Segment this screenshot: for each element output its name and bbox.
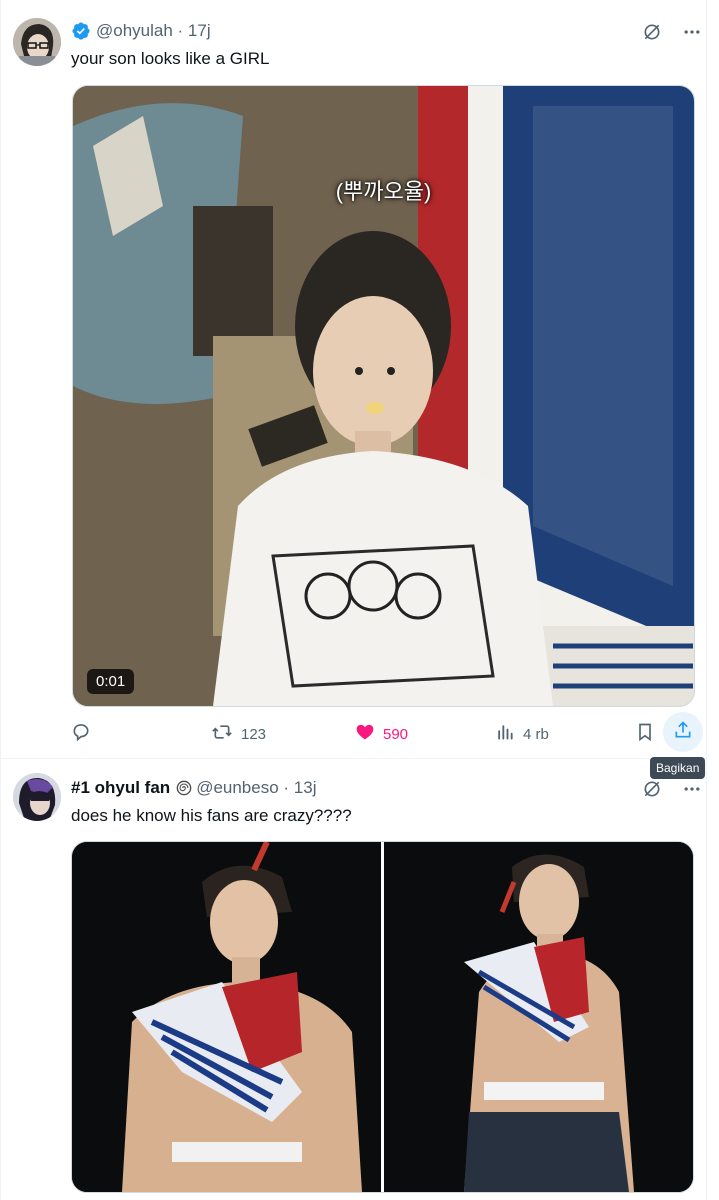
heart-icon [355,722,375,746]
photo-2[interactable] [384,842,693,1192]
action-bar: 123 590 4 rb [71,712,703,752]
photo-1-image [72,842,381,1192]
grok-slash-icon[interactable] [641,21,663,43]
avatar[interactable] [13,18,61,66]
tweet-time[interactable]: 17j [188,21,211,41]
reply-button[interactable] [71,721,91,747]
photo-2-image [384,842,693,1192]
retweet-icon [211,722,233,746]
tweet-time[interactable]: 13j [294,778,317,798]
bookmark-icon [635,722,655,746]
avatar[interactable] [13,773,61,821]
like-button[interactable]: 590 [355,721,408,747]
video-player[interactable]: (뿌까오율) 0:01 [72,85,695,707]
share-button[interactable] [663,712,703,752]
tweet-text: does he know his fans are crazy???? [71,806,352,825]
bookmark-button[interactable] [635,721,655,747]
retweet-count: 123 [241,725,267,743]
tweet-1[interactable]: @ohyulah · 17j your son looks like a GIR… [0,0,707,759]
tweet-header: @ohyulah · 17j [71,20,211,42]
user-handle[interactable]: @ohyulah [96,21,173,41]
dot-separator-icon: · [172,21,188,40]
video-caption: (뿌까오율) [335,179,432,204]
like-count: 590 [383,725,409,743]
video-duration-badge: 0:01 [87,669,135,694]
views-count: 4 rb [523,725,549,743]
dot-separator-icon: · [278,778,294,797]
grok-slash-icon[interactable] [641,778,663,800]
photo-grid [71,841,694,1193]
share-upload-icon [673,720,693,744]
spiral-emoji-icon [176,780,192,796]
display-name[interactable]: #1 ohyul fan [71,778,170,798]
verified-badge-icon [71,21,91,41]
tweet-text: your son looks like a GIRL [71,49,270,68]
views-button[interactable]: 4 rb [495,721,549,747]
share-tooltip: Bagikan [650,757,706,779]
reply-icon [71,722,91,746]
user-handle[interactable]: @eunbeso [196,778,279,798]
tweet-header: #1 ohyul fan @eunbeso · 13j [71,777,316,799]
photo-1[interactable] [72,842,381,1192]
retweet-button[interactable]: 123 [211,721,266,747]
more-options-icon[interactable] [681,21,703,43]
more-options-icon[interactable] [681,778,703,800]
analytics-bars-icon [495,722,515,746]
